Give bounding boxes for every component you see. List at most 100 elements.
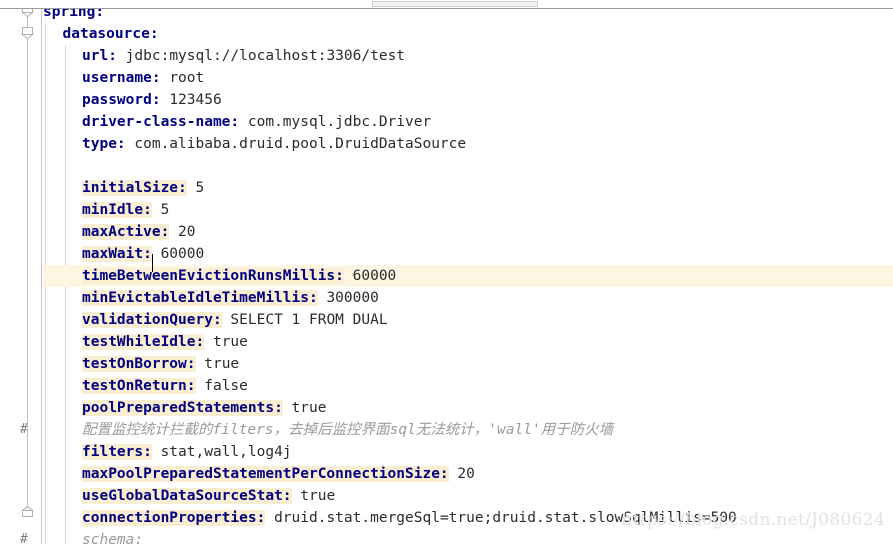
yaml-key: url — [82, 48, 109, 64]
yaml-key: poolPreparedStatements — [82, 400, 275, 416]
text-caret — [151, 254, 154, 272]
code-line[interactable]: type: com.alibaba.druid.pool.DruidDataSo… — [82, 133, 466, 155]
code-line[interactable]: useGlobalDataSourceStat: true — [82, 485, 335, 507]
yaml-key: connectionProperties — [82, 510, 257, 526]
yaml-value: 60000 — [160, 246, 205, 262]
yaml-value: true — [212, 334, 248, 350]
code-comment: schema: — [82, 532, 144, 544]
yaml-space — [204, 334, 213, 350]
yaml-colon: : — [143, 246, 152, 262]
yaml-colon: : — [282, 488, 292, 504]
yaml-colon: : — [151, 70, 161, 86]
yaml-value: 20 — [457, 466, 475, 482]
yaml-key: timeBetweenEvictionRunsMillis — [82, 268, 336, 284]
yaml-key: spring — [43, 9, 96, 20]
code-line[interactable]: url: jdbc:mysql://localhost:3306/test — [82, 45, 405, 67]
yaml-colon: : — [308, 290, 318, 306]
fold-marker-spring[interactable] — [21, 9, 34, 17]
yaml-colon: : — [186, 356, 196, 372]
fold-marker-close[interactable] — [21, 506, 34, 519]
code-line[interactable]: initialSize: 5 — [82, 177, 204, 199]
yaml-colon: : — [143, 202, 152, 218]
yaml-key: maxWait — [82, 246, 144, 262]
yaml-space — [187, 180, 196, 196]
yaml-space — [117, 48, 126, 64]
yaml-space — [265, 510, 274, 526]
code-line[interactable]: password: 123456 — [82, 89, 222, 111]
yaml-colon: : — [160, 224, 170, 240]
yaml-value: true — [204, 356, 240, 372]
yaml-colon: : — [149, 26, 159, 42]
yaml-colon: : — [95, 9, 105, 20]
code-line[interactable]: filters: stat,wall,log4j — [82, 441, 292, 463]
yaml-key: useGlobalDataSourceStat — [82, 488, 283, 504]
yaml-colon: : — [212, 312, 222, 328]
code-line[interactable]: poolPreparedStatements: true — [82, 397, 326, 419]
code-line[interactable]: 配置监控统计拦截的filters，去掉后监控界面sql无法统计，'wall'用于… — [82, 419, 613, 441]
yaml-colon: : — [143, 444, 152, 460]
yaml-space — [292, 488, 301, 504]
yaml-colon: : — [274, 400, 283, 416]
yaml-value: druid.stat.mergeSql=true;druid.stat.slow… — [274, 510, 737, 526]
yaml-key: filters — [82, 444, 144, 460]
yaml-value: SELECT 1 FROM DUAL — [230, 312, 388, 328]
code-line[interactable]: driver-class-name: com.mysql.jdbc.Driver — [82, 111, 431, 133]
yaml-value: jdbc:mysql://localhost:3306/test — [125, 48, 406, 64]
yaml-key: testOnBorrow — [82, 356, 187, 372]
yaml-key: initialSize — [82, 180, 179, 196]
code-line[interactable]: testOnBorrow: true — [82, 353, 239, 375]
code-line[interactable]: datasource: — [63, 23, 159, 45]
fold-spine — [27, 9, 28, 510]
yaml-value: root — [169, 70, 205, 86]
yaml-value: 60000 — [352, 268, 397, 284]
scrollbar-thumb[interactable] — [372, 1, 538, 7]
code-line[interactable]: minIdle: 5 — [82, 199, 169, 221]
yaml-key: testOnReturn — [82, 378, 187, 394]
yaml-colon: : — [439, 466, 449, 482]
yaml-colon: : — [151, 92, 161, 108]
yaml-colon: : — [335, 268, 344, 284]
yaml-key: username — [82, 70, 152, 86]
yaml-colon: : — [186, 378, 196, 394]
yaml-value: 5 — [160, 202, 170, 218]
horizontal-scrollbar[interactable] — [0, 0, 893, 9]
yaml-key: minEvictableIdleTimeMillis — [82, 290, 309, 306]
yaml-value: stat,wall,log4j — [160, 444, 292, 460]
yaml-space — [283, 400, 292, 416]
yaml-value: com.mysql.jdbc.Driver — [247, 114, 432, 130]
yaml-colon: : — [230, 114, 240, 130]
yaml-space — [239, 114, 248, 130]
editor-gutter[interactable]: # # — [0, 9, 42, 544]
yaml-colon: : — [178, 180, 187, 196]
yaml-space — [344, 268, 353, 284]
yaml-space — [161, 70, 170, 86]
fold-marker-datasource[interactable] — [21, 26, 34, 39]
code-line[interactable]: username: root — [82, 67, 204, 89]
yaml-key: maxActive — [82, 224, 161, 240]
code-line[interactable]: maxWait: 60000 — [82, 243, 204, 265]
code-line[interactable]: maxActive: 20 — [82, 221, 196, 243]
code-editor[interactable]: # # spring: datasource: url: jdbc:mysql://l… — [0, 9, 893, 544]
code-surface[interactable]: spring: datasource: url: jdbc:mysql://loca… — [43, 9, 893, 544]
code-line[interactable]: minEvictableIdleTimeMillis: 300000 — [82, 287, 379, 309]
code-line[interactable]: testOnReturn: false — [82, 375, 248, 397]
yaml-key: datasource — [62, 26, 150, 42]
yaml-space — [152, 202, 161, 218]
yaml-value: true — [291, 400, 327, 416]
yaml-colon: : — [116, 136, 126, 152]
code-line[interactable]: spring: — [43, 9, 104, 23]
comment-hash-mark: # — [20, 532, 28, 544]
yaml-key: maxPoolPreparedStatementPerConnectionSiz… — [82, 466, 440, 482]
code-line[interactable]: connectionProperties: druid.stat.mergeSq… — [82, 507, 737, 529]
code-line[interactable]: testWhileIdle: true — [82, 331, 248, 353]
yaml-colon: : — [195, 334, 205, 350]
yaml-key: type — [82, 136, 117, 152]
code-line[interactable]: timeBetweenEvictionRunsMillis: 60000 — [82, 265, 396, 287]
code-line[interactable]: validationQuery: SELECT 1 FROM DUAL — [82, 309, 388, 331]
yaml-value: 20 — [178, 224, 196, 240]
yaml-colon: : — [108, 48, 117, 64]
code-line[interactable]: schema: — [82, 529, 143, 544]
yaml-key: minIdle — [82, 202, 144, 218]
indent-guide — [64, 45, 66, 544]
code-line[interactable]: maxPoolPreparedStatementPerConnectionSiz… — [82, 463, 475, 485]
